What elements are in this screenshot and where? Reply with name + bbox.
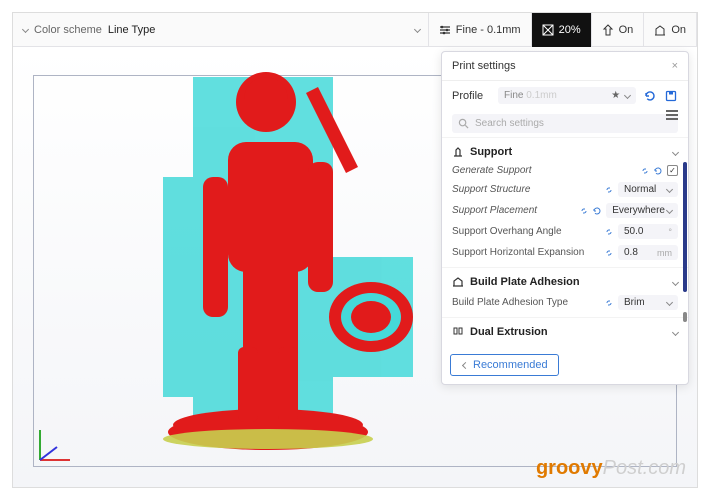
sliders-icon <box>439 24 451 36</box>
link-icon[interactable] <box>604 248 614 258</box>
reset-icon[interactable] <box>653 166 663 176</box>
adhesion-section-icon <box>452 276 464 288</box>
setting-label: Support Placement <box>452 205 575 216</box>
profile-select[interactable]: Fine 0.1mm ★ <box>498 87 636 104</box>
panel-header: Print settings × <box>442 52 688 81</box>
horizontal-expansion-row: Support Horizontal Expansion 0.8mm <box>452 242 678 263</box>
dual-extrusion-section: Dual Extrusion <box>442 317 688 346</box>
adhesion-section: Build Plate Adhesion Build Plate Adhesio… <box>442 267 688 317</box>
model-preview <box>133 47 433 457</box>
support-placement-row: Support Placement Everywhere <box>452 200 678 221</box>
star-icon: ★ <box>611 90 630 101</box>
support-placement-select[interactable]: Everywhere <box>606 203 678 218</box>
profile-label: Profile <box>452 90 492 102</box>
overhang-angle-input[interactable]: 50.0° <box>618 224 678 239</box>
quality-tool[interactable]: Fine - 0.1mm <box>429 13 532 47</box>
setting-label: Build Plate Adhesion Type <box>452 297 600 308</box>
menu-icon[interactable] <box>666 110 678 120</box>
adhesion-icon <box>654 24 666 36</box>
generate-support-checkbox[interactable]: ✓ <box>667 165 678 176</box>
section-header-dual[interactable]: Dual Extrusion <box>452 322 678 342</box>
panel-title: Print settings <box>452 60 516 72</box>
color-scheme-label: Color scheme <box>34 24 102 36</box>
infill-tool[interactable]: 20% <box>532 13 592 47</box>
scroll-indicator[interactable] <box>683 312 687 322</box>
setting-label: Support Horizontal Expansion <box>452 247 600 258</box>
save-icon[interactable] <box>663 88 678 103</box>
support-tool[interactable]: On <box>592 13 645 47</box>
support-section: Support Generate Support ✓ Support Struc… <box>442 137 688 267</box>
support-structure-select[interactable]: Normal <box>618 182 678 197</box>
support-icon <box>602 24 614 36</box>
horizontal-expansion-input[interactable]: 0.8mm <box>618 245 678 260</box>
infill-icon <box>542 24 554 36</box>
link-icon[interactable] <box>579 206 589 216</box>
support-section-icon <box>452 146 464 158</box>
search-icon <box>458 118 469 129</box>
section-header-support[interactable]: Support <box>452 142 678 162</box>
topbar: Color scheme Line Type Fine - 0.1mm 20% … <box>13 13 697 47</box>
adhesion-type-select[interactable]: Brim <box>618 295 678 310</box>
axes-icon <box>35 425 75 465</box>
quality-label: Fine - 0.1mm <box>456 24 521 36</box>
setting-label: Support Overhang Angle <box>452 226 600 237</box>
reset-icon[interactable] <box>642 88 657 103</box>
profile-row: Profile Fine 0.1mm ★ <box>442 81 688 110</box>
scrollbar[interactable] <box>683 162 687 292</box>
chevron-down-icon[interactable] <box>22 26 29 33</box>
chevron-left-icon <box>462 361 469 368</box>
chevron-down-icon <box>672 278 679 285</box>
topbar-left: Color scheme Line Type <box>13 24 428 36</box>
adhesion-tool[interactable]: On <box>644 13 697 47</box>
color-scheme-value[interactable]: Line Type <box>108 24 156 36</box>
chevron-down-icon <box>672 328 679 335</box>
chevron-down-icon[interactable] <box>414 26 421 33</box>
recommended-button[interactable]: Recommended <box>450 354 559 376</box>
app-frame: Color scheme Line Type Fine - 0.1mm 20% … <box>12 12 698 488</box>
link-icon[interactable] <box>604 227 614 237</box>
section-header-adhesion[interactable]: Build Plate Adhesion <box>452 272 678 292</box>
adhesion-label: On <box>671 24 686 36</box>
print-settings-panel: Print settings × Profile Fine 0.1mm ★ Se… <box>441 51 689 385</box>
link-icon[interactable] <box>604 298 614 308</box>
dual-extrusion-icon <box>452 326 464 338</box>
chevron-down-icon <box>672 148 679 155</box>
search-input[interactable]: Search settings <box>452 114 678 133</box>
generate-support-row: Generate Support ✓ <box>452 162 678 179</box>
link-icon[interactable] <box>604 185 614 195</box>
toolbar: Fine - 0.1mm 20% On On <box>428 13 697 47</box>
adhesion-type-row: Build Plate Adhesion Type Brim <box>452 292 678 313</box>
search-placeholder: Search settings <box>475 118 544 129</box>
setting-label: Support Structure <box>452 184 600 195</box>
reset-icon[interactable] <box>592 206 602 216</box>
support-structure-row: Support Structure Normal <box>452 179 678 200</box>
setting-label: Generate Support <box>452 165 636 176</box>
support-label: On <box>619 24 634 36</box>
infill-label: 20% <box>559 24 581 36</box>
link-icon[interactable] <box>640 166 650 176</box>
watermark: groovyPost.com <box>536 457 686 480</box>
close-icon[interactable]: × <box>672 60 678 72</box>
overhang-angle-row: Support Overhang Angle 50.0° <box>452 221 678 242</box>
